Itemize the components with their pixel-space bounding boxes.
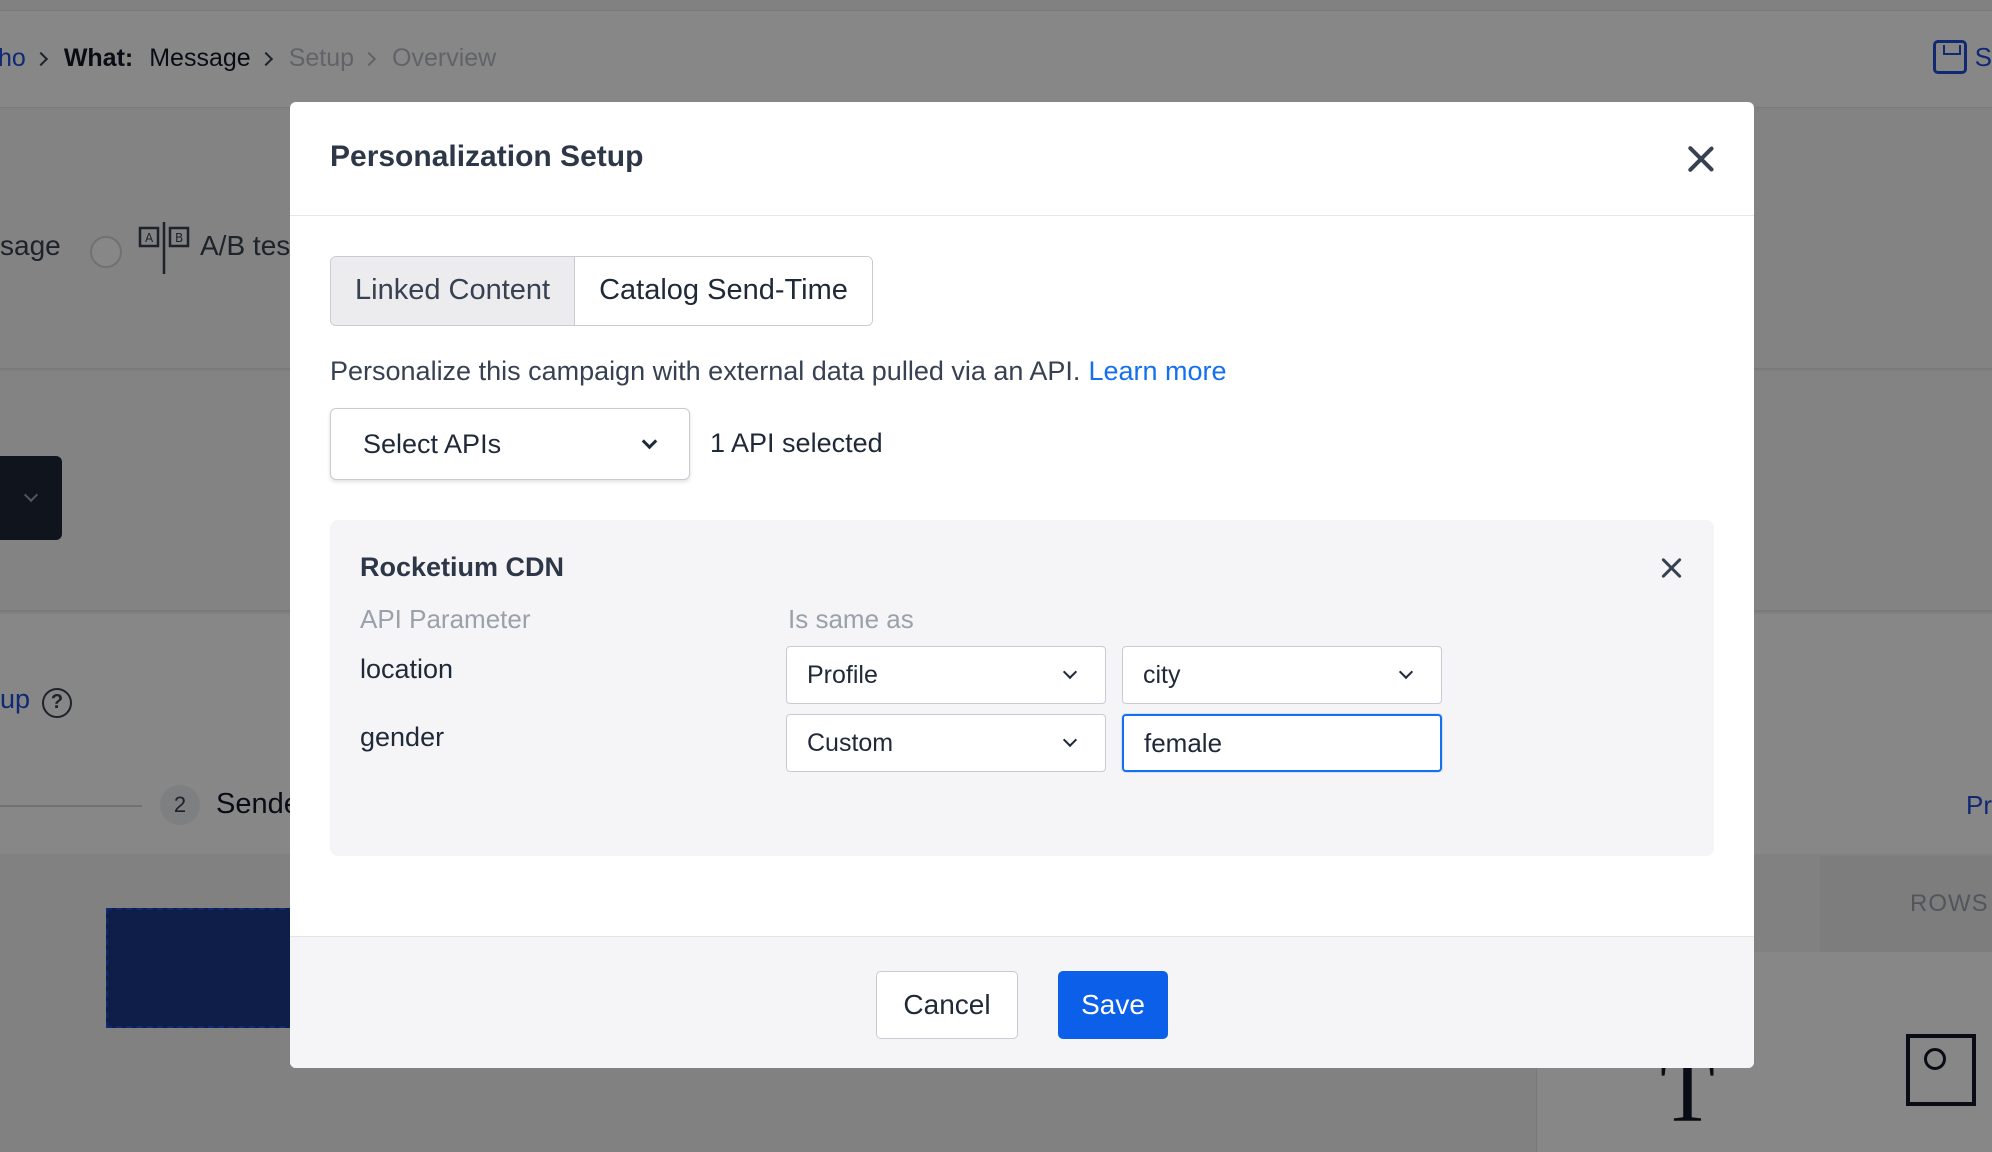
column-header-api-parameter: API Parameter [360, 604, 531, 634]
gender-value-input[interactable] [1144, 727, 1420, 759]
modal-footer: Cancel Save [290, 936, 1754, 1068]
location-value-dropdown[interactable]: city [1122, 646, 1442, 704]
chevron-down-icon [1062, 664, 1078, 680]
save-button[interactable]: Save [1058, 971, 1168, 1039]
chevron-down-icon [1398, 664, 1414, 680]
select-apis-label: Select APIs [363, 428, 502, 459]
api-card: Rocketium CDN API Parameter Is same as l… [330, 520, 1714, 856]
modal-header: Personalization Setup [290, 102, 1754, 216]
cancel-button[interactable]: Cancel [876, 971, 1018, 1039]
learn-more-link[interactable]: Learn more [1088, 356, 1226, 386]
description-text: Personalize this campaign with external … [330, 356, 1227, 387]
api-selected-count: 1 API selected [710, 428, 883, 458]
param-gender: gender [360, 722, 445, 752]
gender-source-value: Custom [807, 728, 894, 757]
tab-group: Linked Content Catalog Send-Time [330, 256, 873, 326]
modal-title: Personalization Setup [330, 140, 644, 173]
tab-linked-content[interactable]: Linked Content [331, 257, 576, 325]
close-icon[interactable] [1684, 142, 1718, 176]
param-location: location [360, 654, 454, 684]
remove-api-icon[interactable] [1660, 556, 1684, 580]
personalization-setup-modal: Personalization Setup Linked Content Cat… [290, 102, 1754, 1068]
location-value: city [1143, 660, 1181, 689]
location-source-dropdown[interactable]: Profile [786, 646, 1106, 704]
location-source-value: Profile [807, 660, 878, 689]
gender-value-field[interactable] [1122, 714, 1442, 772]
gender-source-dropdown[interactable]: Custom [786, 714, 1106, 772]
api-card-title: Rocketium CDN [360, 552, 565, 582]
description: Personalize this campaign with external … [330, 356, 1081, 386]
column-header-is-same-as: Is same as [788, 604, 914, 634]
tab-catalog-send-time[interactable]: Catalog Send-Time [575, 257, 872, 325]
chevron-down-icon [641, 433, 658, 450]
chevron-down-icon [1062, 732, 1078, 748]
select-apis-dropdown[interactable]: Select APIs [330, 408, 690, 480]
